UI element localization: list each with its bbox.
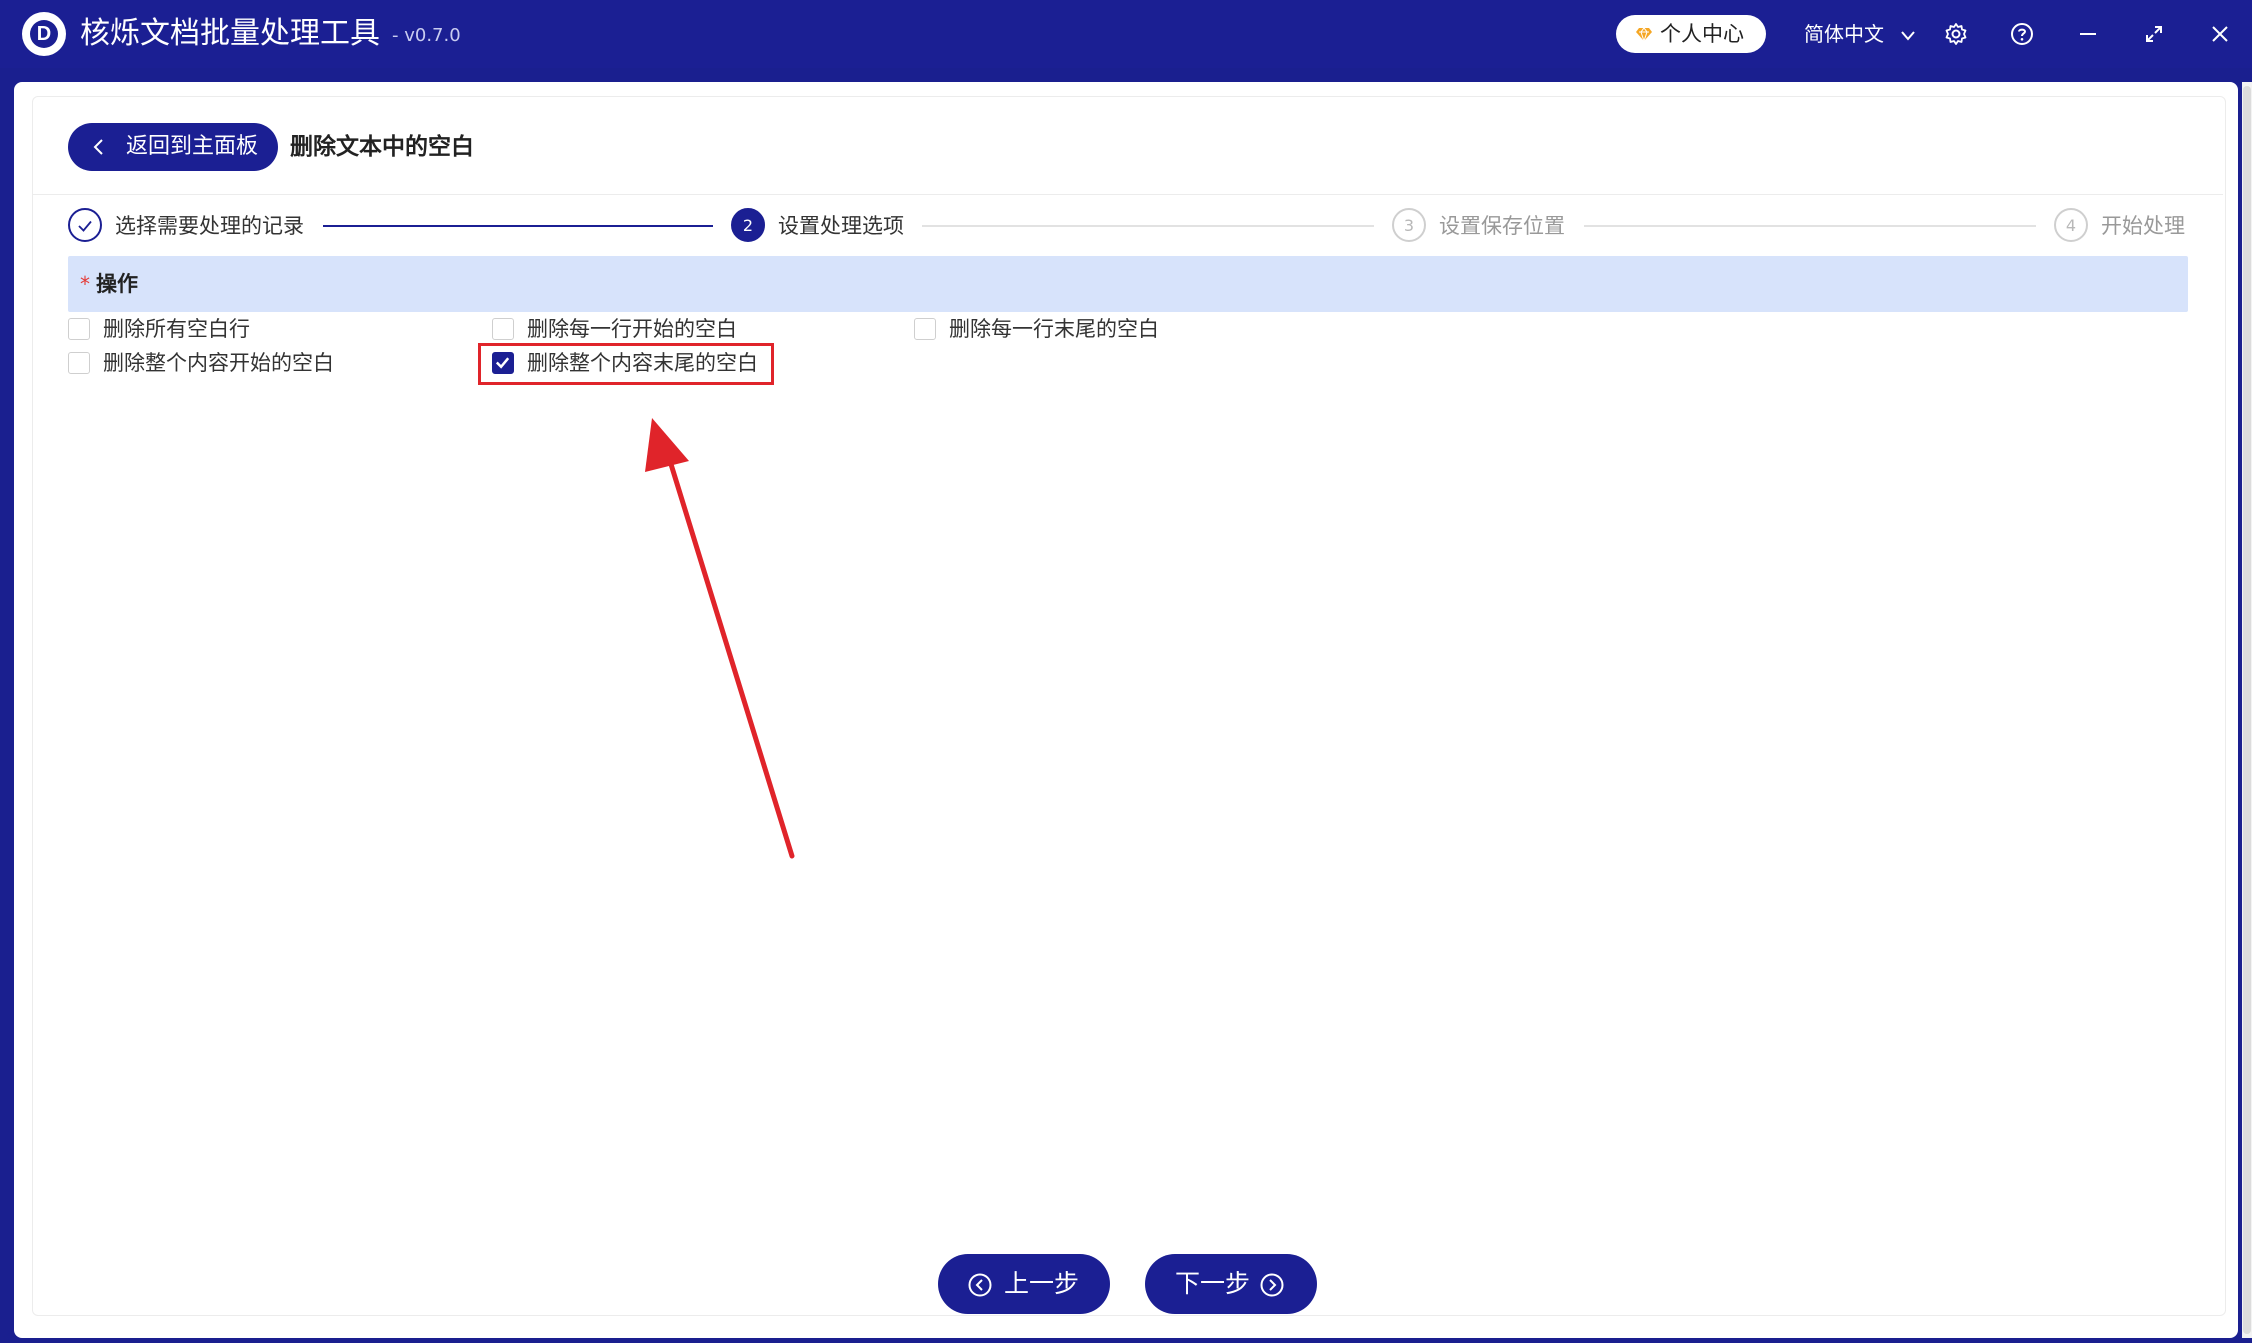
operation-section-header: * 操作 [68, 256, 2188, 312]
chevron-left-icon [93, 139, 103, 155]
option-label: 删除每一行末尾的空白 [949, 317, 1159, 341]
required-mark: * [80, 272, 90, 296]
back-to-dashboard-button[interactable]: 返回到主面板 [68, 123, 278, 171]
back-button-label: 返回到主面板 [126, 134, 259, 159]
chevron-down-icon [1901, 30, 1916, 41]
minimize-icon [2080, 33, 2096, 35]
step-connector-3 [1584, 225, 2036, 227]
step-1-label: 选择需要处理的记录 [115, 214, 304, 238]
app-logo: D [22, 12, 66, 56]
language-label: 简体中文 [1804, 22, 1884, 46]
settings-button[interactable] [1940, 18, 1972, 50]
app-title: 核烁文档批量处理工具 [80, 16, 380, 51]
app-logo-letter: D [30, 20, 58, 48]
language-select[interactable]: 简体中文 [1804, 16, 1916, 52]
annotation-highlight-box [478, 343, 774, 385]
step-connector-2 [922, 225, 1374, 227]
scrollbar-thumb[interactable] [2243, 86, 2251, 1334]
step-3-label: 设置保存位置 [1439, 214, 1565, 238]
checkbox[interactable] [492, 318, 514, 340]
maximize-button[interactable] [2138, 18, 2170, 50]
checkbox[interactable] [914, 318, 936, 340]
diamond-icon [1636, 27, 1652, 42]
page-title: 删除文本中的空白 [290, 134, 474, 160]
chevron-right-circle-icon [1260, 1273, 1284, 1297]
checkbox[interactable] [68, 318, 90, 340]
close-icon [2212, 26, 2228, 42]
next-step-button[interactable]: 下一步 [1145, 1254, 1317, 1314]
step-1-check-icon [68, 208, 102, 242]
checkbox[interactable] [68, 352, 90, 374]
section-title: 操作 [96, 272, 138, 296]
option-label: 删除所有空白行 [103, 317, 250, 341]
option-label: 删除整个内容开始的空白 [103, 351, 334, 375]
user-center-button[interactable]: 个人中心 [1616, 15, 1766, 53]
step-4-badge: 4 [2054, 208, 2088, 242]
minimize-button[interactable] [2072, 18, 2104, 50]
next-step-label: 下一步 [1175, 1269, 1251, 1298]
step-4-label: 开始处理 [2101, 214, 2185, 238]
maximize-icon [2146, 26, 2162, 42]
app-version: - v0.7.0 [392, 25, 461, 46]
chevron-left-circle-icon [968, 1273, 992, 1297]
option-label: 删除每一行开始的空白 [527, 317, 737, 341]
step-2-label: 设置处理选项 [778, 214, 904, 238]
title-bar: D 核烁文档批量处理工具 - v0.7.0 个人中心 简体中文 [0, 0, 2252, 68]
help-icon [2011, 23, 2033, 45]
previous-step-label: 上一步 [1004, 1269, 1080, 1298]
step-3-badge: 3 [1392, 208, 1426, 242]
step-2-badge: 2 [731, 208, 765, 242]
header-divider [33, 194, 2223, 195]
step-connector-1 [323, 225, 713, 227]
close-button[interactable] [2204, 18, 2236, 50]
help-button[interactable] [2006, 18, 2038, 50]
previous-step-button[interactable]: 上一步 [938, 1254, 1110, 1314]
user-center-label: 个人中心 [1660, 22, 1744, 46]
gear-icon [1945, 23, 1967, 45]
